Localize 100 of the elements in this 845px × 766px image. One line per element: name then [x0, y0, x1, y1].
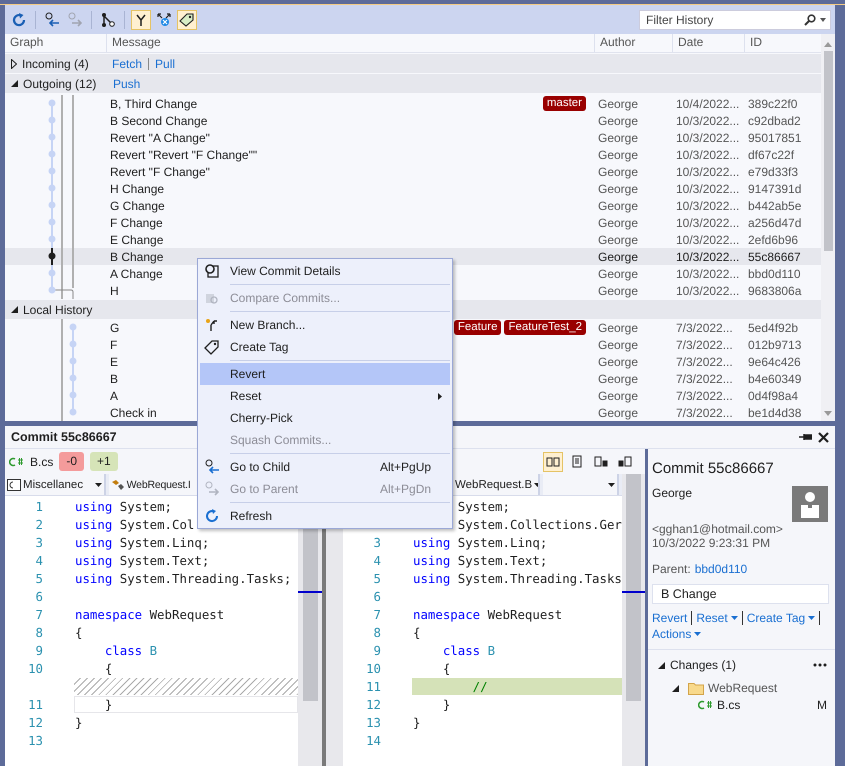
line-number: 2: [34, 516, 43, 532]
removed-count: -0: [59, 452, 84, 471]
author-cell-text: George: [597, 338, 640, 352]
date-cell-text: 7/3/2022...: [675, 388, 734, 402]
line-number: 8: [34, 624, 43, 640]
code-line: {: [74, 624, 84, 640]
author-cell-text: George: [597, 198, 640, 212]
code-line: using System.Linq;: [412, 534, 548, 550]
added-count: +1: [90, 452, 118, 471]
id-cell-text: 9147391d: [747, 182, 802, 196]
id-cell-text: bbd0d110: [747, 266, 802, 280]
commit-message: H Change: [110, 182, 164, 196]
author-name: George: [652, 486, 692, 502]
branch-tag: master: [542, 96, 586, 111]
group-title: Incoming (4): [22, 56, 90, 70]
line-number: 1: [34, 498, 43, 514]
author-cell-text: George: [597, 130, 640, 144]
branch-tag: FeatureTest_2: [504, 320, 586, 335]
id-cell-text: 0d4f98a4: [747, 388, 800, 402]
code-line: using System.Text;: [412, 552, 548, 568]
commit-message: F Change: [110, 216, 163, 230]
commit-message: B Change: [110, 250, 164, 264]
code-line: }: [442, 696, 452, 712]
changes-title: Changes (1): [670, 658, 736, 672]
code-line: namespace WebRequest: [412, 606, 564, 622]
commit-message: E Change: [110, 232, 164, 246]
commit-message: B Second Change: [110, 114, 208, 128]
date-cell-text: 7/3/2022...: [675, 320, 734, 334]
code-line: using System;: [74, 498, 173, 514]
commit-message: A: [110, 388, 118, 402]
id-cell-text: 55c86667: [747, 250, 802, 264]
line-number: 12: [365, 696, 381, 712]
id-cell-text: be1d4d38: [747, 406, 802, 420]
author-cell-text: George: [597, 148, 640, 162]
line-number: 3: [34, 534, 43, 550]
date-cell-text: 10/3/2022...: [675, 250, 740, 264]
author-cell-text: George: [597, 232, 640, 246]
id-cell-text: b4e60349: [747, 372, 802, 386]
author-cell-text: George: [597, 182, 640, 196]
line-number: 10: [27, 660, 43, 676]
date-cell-text: 10/3/2022...: [675, 232, 740, 246]
code-line: using System.Col: [74, 516, 196, 532]
group-title: Local History: [23, 302, 94, 316]
code-line: class B: [104, 642, 158, 658]
code-line: class B: [442, 642, 496, 658]
date-cell-text: 10/3/2022...: [675, 114, 740, 128]
code-line: {: [104, 660, 114, 676]
line-number: 11: [365, 678, 381, 694]
commit-date: 10/3/2022 9:23:31 PM: [652, 536, 772, 550]
commit-title: Commit 55c86667: [652, 460, 775, 477]
author-cell-text: George: [597, 320, 640, 334]
commit-message: B: [110, 372, 118, 386]
author-cell-text: George: [597, 354, 640, 368]
date-cell-text: 10/3/2022...: [675, 164, 740, 178]
author-cell-text: George: [597, 372, 640, 386]
line-number: 12: [27, 714, 43, 730]
change-status: M: [817, 698, 827, 712]
commit-message: F: [110, 338, 118, 352]
code-line: using System.Linq;: [74, 534, 210, 550]
commit-message: H: [110, 284, 119, 298]
date-cell-text: 7/3/2022...: [675, 372, 734, 386]
id-cell-text: a256d47d: [747, 216, 802, 230]
line-number: 5: [34, 570, 43, 586]
date-cell-text: 10/3/2022...: [675, 182, 740, 196]
id-cell-text: 389c22f0: [747, 96, 798, 110]
author-email: <gghan1@hotmail.com>: [652, 522, 784, 536]
author-cell-text: George: [597, 164, 640, 178]
author-cell-text: George: [597, 114, 640, 128]
id-cell-text: b442ab5e: [747, 198, 802, 212]
date-cell-text: 10/3/2022...: [675, 266, 740, 280]
author-cell-text: George: [597, 406, 640, 420]
line-number: 8: [372, 624, 381, 640]
line-number: 4: [34, 552, 43, 568]
commit-message: E: [110, 354, 118, 368]
commit-message: B, Third Change: [110, 96, 198, 110]
panel-title: Commit 55c86667: [11, 430, 117, 444]
id-cell-text: df67c22f: [747, 148, 796, 162]
code-line: namespace WebRequest: [74, 606, 226, 622]
author-cell-text: George: [597, 96, 640, 110]
date-cell-text: 10/3/2022...: [675, 284, 740, 298]
date-cell-text: 7/3/2022...: [675, 354, 734, 368]
line-number: 13: [365, 714, 381, 730]
author-cell-text: George: [597, 388, 640, 402]
date-cell-text: 10/4/2022...: [675, 96, 740, 110]
branch-tag: Feature: [454, 320, 502, 335]
line-number: 4: [372, 552, 381, 568]
date-cell-text: 7/3/2022...: [675, 338, 734, 352]
code-line: }: [74, 714, 84, 730]
date-cell-text: 10/3/2022...: [675, 148, 740, 162]
id-cell-text: c92dbad2: [747, 114, 802, 128]
group-title: Outgoing (12): [23, 76, 98, 90]
commit-message: G: [110, 320, 120, 334]
date-cell-text: 7/3/2022...: [675, 406, 734, 420]
code-line: using System.Threading.Tasks: [412, 570, 623, 586]
line-number: 6: [372, 588, 381, 604]
code-line: using System.Text;: [74, 552, 210, 568]
line-number: 9: [34, 642, 43, 658]
code-line: }: [412, 714, 422, 730]
line-number: 9: [372, 642, 381, 658]
id-cell-text: 2efd6b96: [747, 232, 800, 246]
